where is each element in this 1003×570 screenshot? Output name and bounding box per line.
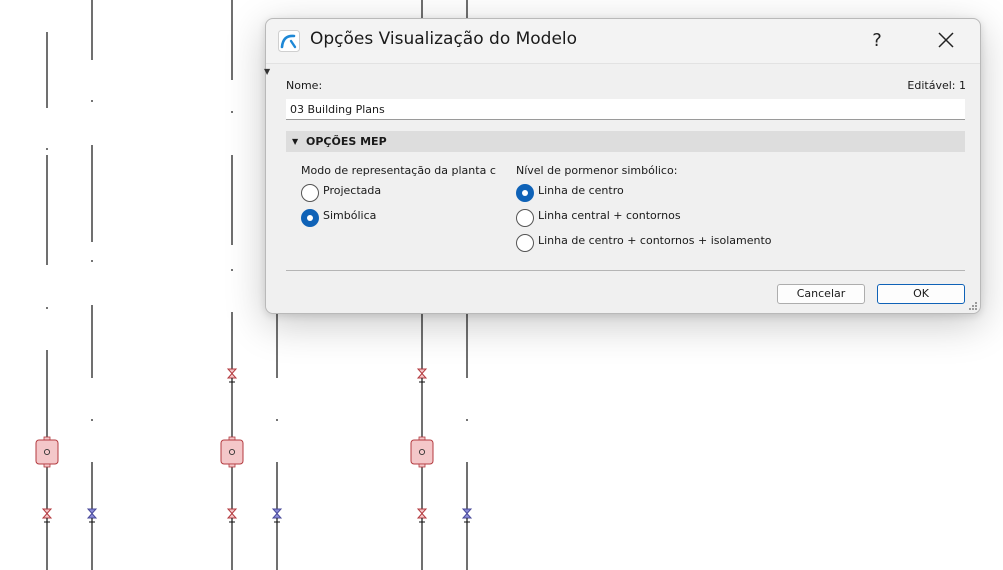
app-icon bbox=[278, 30, 300, 52]
radio-button[interactable] bbox=[301, 184, 319, 202]
pipe-dot bbox=[91, 260, 93, 262]
pipe-dot bbox=[231, 269, 233, 271]
close-button[interactable] bbox=[928, 25, 964, 57]
resize-grip-icon[interactable] bbox=[968, 301, 978, 311]
valve-icon bbox=[461, 508, 473, 523]
pipe-dot bbox=[276, 419, 278, 421]
radio-button[interactable] bbox=[516, 209, 534, 227]
divider bbox=[286, 270, 965, 271]
editable-count: Editável: 1 bbox=[907, 79, 966, 92]
pump-fitting-icon bbox=[410, 436, 434, 468]
name-label: Nome: bbox=[286, 79, 323, 92]
valve-icon bbox=[416, 368, 428, 383]
section-title: OPÇÕES MEP bbox=[306, 135, 387, 148]
section-header-mep-options[interactable]: ▼ OPÇÕES MEP bbox=[286, 131, 965, 152]
pipe-dot bbox=[466, 419, 468, 421]
radio-linha-de-centro[interactable]: Linha de centro bbox=[516, 184, 624, 202]
close-icon bbox=[938, 32, 954, 48]
radio-button[interactable] bbox=[516, 184, 534, 202]
pipe-dot bbox=[91, 100, 93, 102]
radio-projectada[interactable]: Projectada bbox=[301, 184, 381, 202]
pump-fitting-icon bbox=[220, 436, 244, 468]
pipe-dot bbox=[46, 307, 48, 309]
radio-button[interactable] bbox=[301, 209, 319, 227]
valve-icon bbox=[86, 508, 98, 523]
ok-button[interactable]: OK bbox=[877, 284, 965, 304]
pump-fitting-icon bbox=[35, 436, 59, 468]
radio-button[interactable] bbox=[516, 234, 534, 252]
radio-label: Linha de centro + contornos + isolamento bbox=[538, 233, 772, 247]
radio-linha-central-contornos[interactable]: Linha central + contornos bbox=[516, 209, 681, 227]
pipe-dot bbox=[231, 111, 233, 113]
radio-label: Linha central + contornos bbox=[538, 208, 681, 222]
name-field[interactable] bbox=[286, 99, 965, 120]
valve-icon bbox=[226, 508, 238, 523]
symbolic-detail-label: Nível de pormenor simbólico: bbox=[516, 164, 678, 177]
radio-linha-centro-contornos-isolamento[interactable]: Linha de centro + contornos + isolamento bbox=[516, 234, 772, 252]
cancel-button[interactable]: Cancelar bbox=[777, 284, 865, 304]
pipe-dot bbox=[46, 148, 48, 150]
valve-icon bbox=[41, 508, 53, 523]
help-button[interactable]: ? bbox=[860, 25, 894, 57]
radio-simbolica[interactable]: Simbólica bbox=[301, 209, 376, 227]
radio-label: Simbólica bbox=[323, 208, 377, 222]
radio-label: Projectada bbox=[323, 183, 382, 197]
pipe-dot bbox=[91, 419, 93, 421]
valve-icon bbox=[226, 368, 238, 383]
plan-mode-label: Modo de representação da planta c bbox=[301, 164, 496, 177]
model-view-options-dialog: Opções Visualização do Modelo ? ▼ Nome: … bbox=[264, 18, 981, 314]
corner-arrow-icon: ▼ bbox=[264, 67, 271, 76]
valve-icon bbox=[271, 508, 283, 523]
valve-icon bbox=[416, 508, 428, 523]
dialog-titlebar[interactable]: Opções Visualização do Modelo ? bbox=[266, 19, 980, 63]
radio-label: Linha de centro bbox=[538, 183, 624, 197]
dialog-title: Opções Visualização do Modelo bbox=[310, 29, 578, 49]
dialog-content: ▼ Nome: Editável: 1 ▼ OPÇÕES MEP Modo de… bbox=[264, 63, 980, 313]
chevron-down-icon: ▼ bbox=[292, 137, 299, 146]
